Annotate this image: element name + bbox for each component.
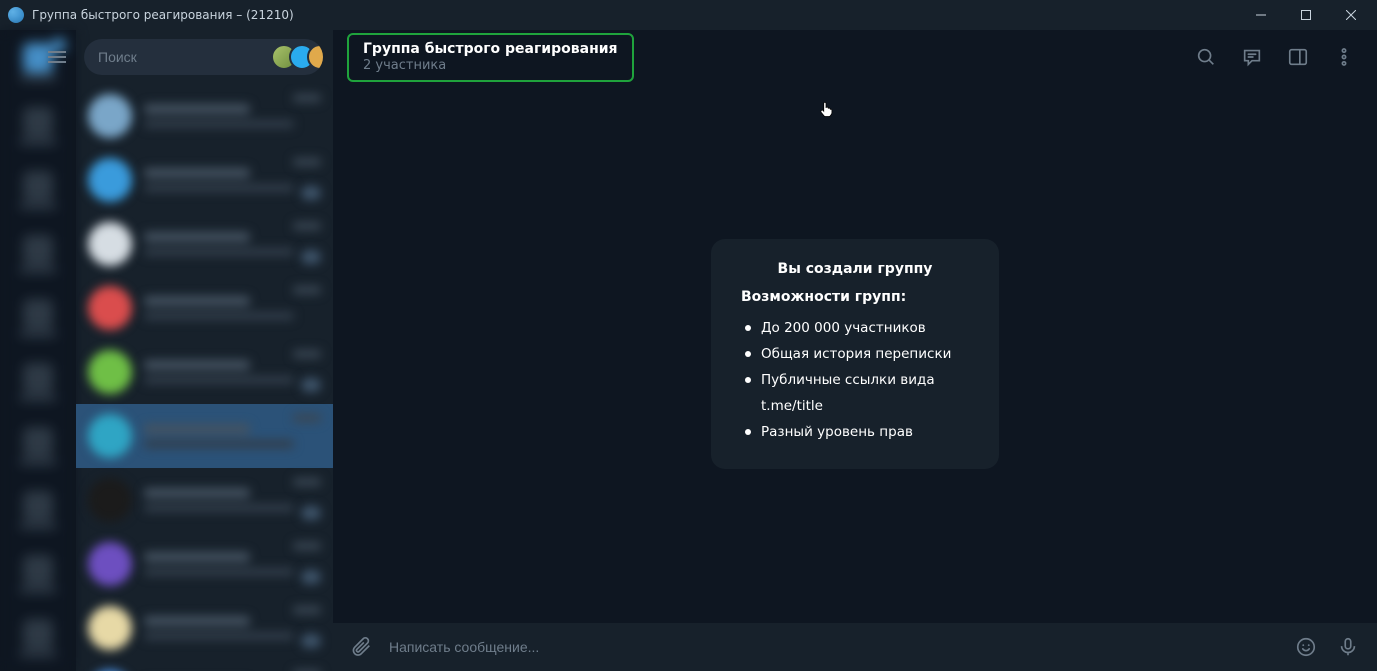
chat-item[interactable] (76, 596, 333, 660)
feature-item: Общая история переписки (745, 341, 969, 367)
close-button[interactable] (1328, 0, 1373, 30)
chat-item[interactable] (76, 340, 333, 404)
chat-item[interactable] (76, 532, 333, 596)
search-in-chat-button[interactable] (1187, 38, 1225, 76)
feature-item: До 200 000 участников (745, 315, 969, 341)
folder-item[interactable] (0, 414, 76, 478)
smile-icon (1295, 636, 1317, 658)
menu-button[interactable] (40, 40, 74, 74)
card-subtitle: Возможности групп: (741, 289, 969, 305)
side-panel-button[interactable] (1279, 38, 1317, 76)
emoji-button[interactable] (1291, 632, 1321, 662)
search-field[interactable] (84, 39, 323, 75)
card-title: Вы создали группу (741, 261, 969, 277)
chat-item[interactable] (76, 84, 333, 148)
chat-item[interactable] (76, 660, 333, 671)
maximize-button[interactable] (1283, 0, 1328, 30)
features-list: До 200 000 участников Общая история пере… (741, 315, 969, 445)
search-input[interactable] (98, 49, 279, 65)
chat-title: Группа быстрого реагирования (363, 40, 618, 58)
composer (333, 623, 1377, 671)
folder-item[interactable] (0, 478, 76, 542)
chat-item[interactable] (76, 148, 333, 212)
chat-panel: Группа быстрого реагирования 2 участника (333, 30, 1377, 671)
folder-item[interactable] (0, 94, 76, 158)
chat-item[interactable] (76, 212, 333, 276)
chat-bubble-icon (1241, 46, 1263, 68)
folder-rail (0, 30, 76, 671)
folder-item[interactable] (0, 158, 76, 222)
panel-icon (1287, 46, 1309, 68)
group-created-card: Вы создали группу Возможности групп: До … (711, 239, 999, 469)
chat-subtitle: 2 участника (363, 58, 618, 74)
chat-item[interactable] (76, 276, 333, 340)
chat-title-area[interactable]: Группа быстрого реагирования 2 участника (347, 33, 634, 82)
chat-header: Группа быстрого реагирования 2 участника (333, 30, 1377, 84)
chat-item[interactable] (76, 468, 333, 532)
attach-button[interactable] (347, 632, 377, 662)
folder-item[interactable] (0, 350, 76, 414)
minimize-button[interactable] (1238, 0, 1283, 30)
chat-item[interactable] (76, 404, 333, 468)
message-input[interactable] (389, 639, 1279, 655)
sidebar (76, 30, 333, 671)
folder-item[interactable] (0, 222, 76, 286)
hamburger-icon (48, 51, 66, 63)
app-icon (8, 7, 24, 23)
folder-item[interactable] (0, 286, 76, 350)
folder-item[interactable] (0, 606, 76, 670)
search-icon (1195, 46, 1217, 68)
comments-button[interactable] (1233, 38, 1271, 76)
mic-icon (1337, 636, 1359, 658)
chat-list (76, 84, 333, 671)
title-bar: Группа быстрого реагирования – (21210) (0, 0, 1377, 30)
folder-item[interactable] (0, 542, 76, 606)
window-title: Группа быстрого реагирования – (21210) (32, 8, 294, 22)
feature-item: Публичные ссылки вида t.me/title (745, 367, 969, 419)
feature-item: Разный уровень прав (745, 419, 969, 445)
paperclip-icon (351, 636, 373, 658)
search-suggest-avatars (279, 44, 323, 70)
more-button[interactable] (1325, 38, 1363, 76)
voice-button[interactable] (1333, 632, 1363, 662)
kebab-icon (1333, 46, 1355, 68)
